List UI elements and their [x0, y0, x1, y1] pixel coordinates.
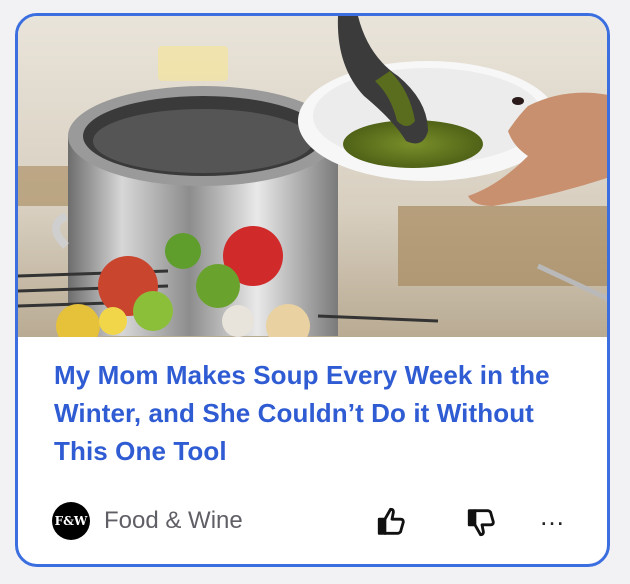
- thumbs-up-icon: [377, 507, 405, 535]
- dislike-button[interactable]: [462, 502, 502, 542]
- article-image[interactable]: [18, 16, 607, 337]
- article-title[interactable]: My Mom Makes Soup Every Week in the Wint…: [54, 356, 579, 470]
- more-options-icon: …: [539, 501, 567, 531]
- more-options-button[interactable]: …: [533, 502, 573, 542]
- news-card[interactable]: My Mom Makes Soup Every Week in the Wint…: [15, 13, 610, 567]
- like-button[interactable]: [372, 502, 412, 542]
- card-actions: …: [18, 502, 607, 542]
- thumbs-down-icon: [467, 509, 495, 537]
